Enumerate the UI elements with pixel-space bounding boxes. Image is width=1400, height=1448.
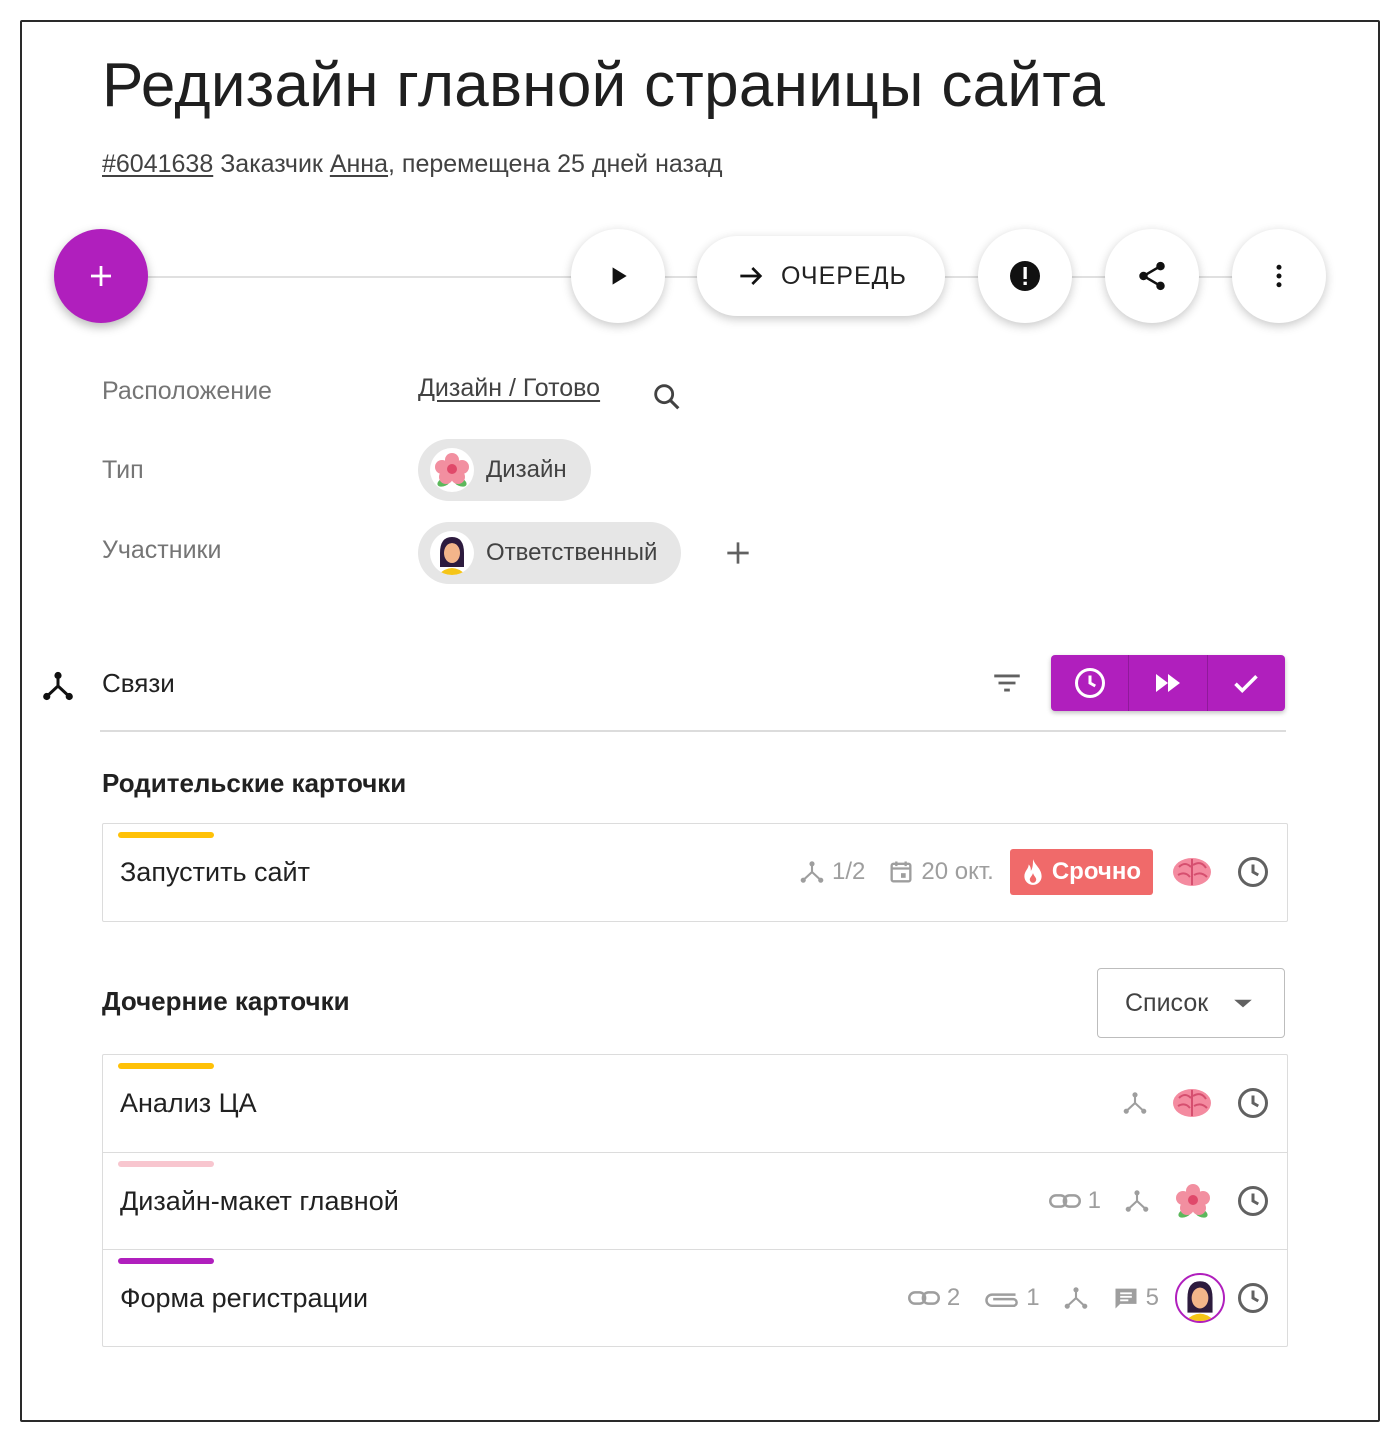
- member-chip-label: Ответственный: [486, 539, 658, 566]
- list-item[interactable]: Форма регистрации 2 1 5: [103, 1249, 1287, 1346]
- brain-icon: [1171, 855, 1213, 889]
- link-icon: [1048, 1194, 1081, 1208]
- check-icon: [1234, 674, 1259, 694]
- link-count: 1: [1048, 1187, 1101, 1215]
- exclamation-circle-icon: [1010, 261, 1040, 291]
- add-member-icon[interactable]: [722, 537, 754, 569]
- play-icon: [612, 267, 627, 285]
- card-title[interactable]: Редизайн главной страницы сайта: [102, 50, 1105, 121]
- card-id-link[interactable]: #6041638: [102, 150, 213, 178]
- links-icon: [1121, 1089, 1149, 1117]
- flower-icon: [430, 448, 474, 492]
- links-icon: [800, 861, 824, 883]
- type-chip[interactable]: Дизайн: [418, 439, 591, 501]
- card-meta: 2 1 5: [885, 1272, 1271, 1324]
- view-select[interactable]: Список: [1097, 968, 1285, 1038]
- card-name: Запустить сайт: [120, 857, 310, 887]
- share-button[interactable]: [1105, 229, 1199, 323]
- assignee-avatar-wrap: [1175, 1273, 1225, 1323]
- queue-label: ОЧЕРЕДЬ: [781, 261, 907, 290]
- filter-icon[interactable]: [988, 666, 1026, 700]
- card-name: Анализ ЦА: [120, 1088, 257, 1118]
- brain-icon: [1171, 1086, 1213, 1120]
- due-date: 20 окт.: [887, 858, 994, 886]
- location-label: Расположение: [102, 377, 272, 405]
- clock-icon: [1074, 668, 1105, 698]
- card-name: Форма регистрации: [120, 1283, 369, 1313]
- flower-icon: [1173, 1181, 1213, 1221]
- type-chip-label: Дизайн: [486, 456, 567, 483]
- dropdown-arrow-icon: [1234, 999, 1252, 1008]
- card-color-bar: [118, 1063, 214, 1069]
- links-icon: [1123, 1187, 1151, 1215]
- card-name: Дизайн-макет главной: [120, 1186, 399, 1216]
- members-label: Участники: [102, 536, 222, 564]
- links-divider: [100, 730, 1286, 732]
- list-item[interactable]: Анализ ЦА: [103, 1055, 1287, 1152]
- children-count-value: 1/2: [831, 858, 866, 885]
- link-count-value: 1: [1087, 1187, 1101, 1214]
- more-vert-icon: [1276, 264, 1282, 288]
- avatar: [430, 531, 474, 575]
- card-meta: 1: [1026, 1175, 1271, 1227]
- card-color-bar: [118, 1161, 214, 1167]
- clock-filter-button[interactable]: [1051, 655, 1128, 711]
- plus-icon: [91, 266, 111, 286]
- link-count: 2: [907, 1284, 960, 1312]
- add-button[interactable]: [54, 229, 148, 323]
- calendar-icon: [890, 861, 912, 883]
- comment-count-value: 5: [1145, 1284, 1159, 1311]
- parents-list: Запустить сайт 1/2 20 окт. Срочно: [102, 823, 1288, 922]
- customer-link[interactable]: Анна: [330, 150, 388, 178]
- avatar: [1175, 1273, 1225, 1323]
- card-color-bar: [118, 1258, 214, 1264]
- list-item[interactable]: Дизайн-макет главной 1: [103, 1152, 1287, 1249]
- parents-title: Родительские карточки: [102, 768, 407, 798]
- clock-icon[interactable]: [1235, 854, 1271, 890]
- toolbar-line: [100, 276, 1280, 278]
- customer-prefix: Заказчик: [220, 150, 323, 178]
- play-button[interactable]: [571, 229, 665, 323]
- card-color-bar: [118, 832, 214, 838]
- fast-forward-button[interactable]: [1128, 655, 1206, 711]
- children-list: Анализ ЦА Дизайн-макет главной 1 Форма р…: [102, 1054, 1288, 1347]
- done-button[interactable]: [1206, 655, 1285, 711]
- type-label: Тип: [102, 456, 144, 484]
- card-meta: 1/2 20 окт. Срочно: [776, 846, 1271, 898]
- children-count: 1/2: [798, 858, 865, 886]
- queue-button[interactable]: ОЧЕРЕДЬ: [697, 236, 945, 316]
- fire-icon: [1024, 859, 1042, 885]
- link-icon: [907, 1291, 940, 1305]
- arrow-right-icon: [740, 267, 763, 285]
- attachment-count-value: 1: [1026, 1284, 1040, 1311]
- list-item[interactable]: Запустить сайт 1/2 20 окт. Срочно: [103, 824, 1287, 921]
- share-icon: [1139, 261, 1165, 291]
- urgent-label: Срочно: [1051, 858, 1141, 885]
- links-title: Связи: [102, 668, 175, 698]
- member-chip[interactable]: Ответственный: [418, 522, 682, 584]
- links-icon: [43, 671, 73, 701]
- alert-button[interactable]: [978, 229, 1072, 323]
- moved-text: , перемещена 25 дней назад: [388, 150, 723, 178]
- attachment-count: 1: [982, 1284, 1040, 1312]
- links-icon: [1062, 1284, 1090, 1312]
- more-button[interactable]: [1232, 229, 1326, 323]
- comment-icon: [1115, 1288, 1137, 1309]
- due-date-value: 20 окт.: [921, 858, 994, 885]
- fast-forward-icon: [1155, 674, 1180, 692]
- clock-icon[interactable]: [1235, 1280, 1271, 1316]
- location-link[interactable]: Дизайн / Готово: [418, 374, 600, 403]
- children-title: Дочерние карточки: [102, 986, 350, 1016]
- links-action-group: [1051, 655, 1285, 711]
- card-meta: [1099, 1077, 1271, 1129]
- urgent-badge: Срочно: [1009, 849, 1153, 895]
- comment-count: 5: [1112, 1284, 1159, 1312]
- attachment-icon: [985, 1293, 1019, 1308]
- clock-icon[interactable]: [1235, 1183, 1271, 1219]
- link-count-value: 2: [946, 1284, 961, 1311]
- clock-icon[interactable]: [1235, 1085, 1271, 1121]
- search-icon[interactable]: [650, 380, 684, 414]
- card-subtitle: #6041638 Заказчик Анна, перемещена 25 дн…: [102, 150, 722, 179]
- view-select-value: Список: [1125, 988, 1209, 1017]
